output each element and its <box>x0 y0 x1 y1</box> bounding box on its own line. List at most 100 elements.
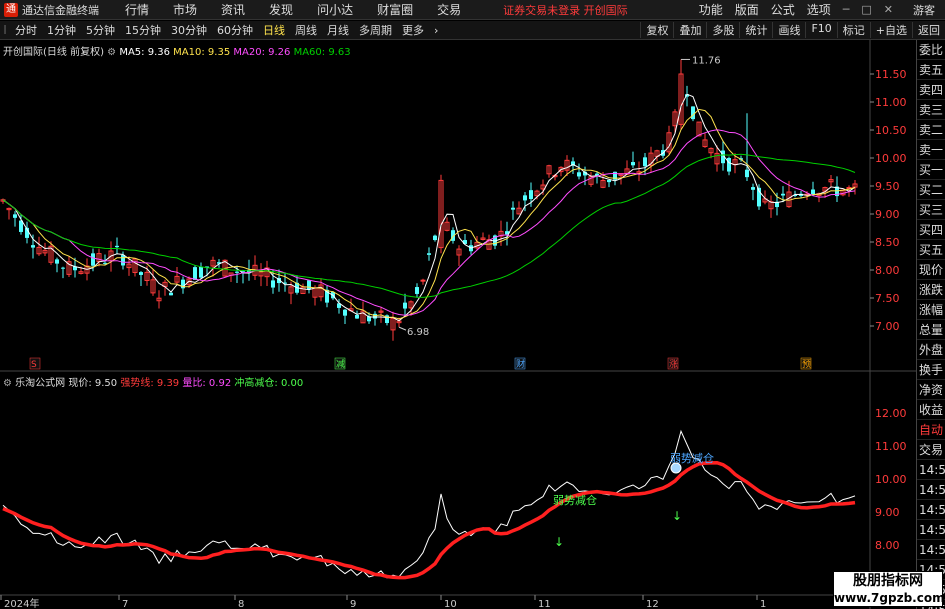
candle-body <box>577 172 581 177</box>
right-menu-item-2[interactable]: 公式 <box>765 1 801 18</box>
quote-panel-item-7: 买二 <box>917 180 945 200</box>
candle-body <box>607 179 611 183</box>
time-axis-label: 10 <box>444 599 457 609</box>
candle-body <box>745 169 749 178</box>
event-marker-label: 预 <box>802 359 811 370</box>
tool-button-6[interactable]: 标记 <box>836 22 870 38</box>
menu-item-6[interactable]: 交易 <box>425 1 473 18</box>
period-tab-7[interactable]: 周线 <box>290 22 322 38</box>
menu-item-5[interactable]: 财富圈 <box>365 1 425 18</box>
kline-chart-svg[interactable]: 11.50 11.00 10.50 10.00 9.50 9.00 8.50 8.00 7.50… <box>0 40 916 609</box>
candle-body <box>415 287 419 294</box>
tool-button-7[interactable]: +自选 <box>869 22 912 38</box>
candle-body <box>271 280 275 288</box>
maximize-icon[interactable]: □ <box>855 3 877 16</box>
high-label: 11.76 <box>692 55 721 66</box>
menu-item-3[interactable]: 发现 <box>257 1 305 18</box>
period-tabs: 分时 1分钟 5分钟 15分钟 30分钟 60分钟 日线 周线 月线 多周期 更多 <box>10 22 429 38</box>
stock-label[interactable]: 开创国际(日线 前复权) <box>3 47 104 58</box>
chart-tools: 复权 叠加 多股 统计 画线 F10 标记 +自选 返回 <box>640 22 945 38</box>
strong-trend-line <box>2 460 856 580</box>
ma20-label: MA20: 9.26 <box>233 47 291 58</box>
candle-body <box>169 292 173 296</box>
indicator-axis-label: 8.00 <box>875 539 900 552</box>
close-icon[interactable]: ✕ <box>878 3 899 16</box>
quote-panel-item-23: 14:56 <box>917 500 945 520</box>
event-marker-label: 财 <box>516 358 525 370</box>
tool-button-1[interactable]: 叠加 <box>673 22 706 38</box>
login-notice[interactable]: 证券交易未登录 开创国际 <box>503 2 628 18</box>
tool-button-5[interactable]: F10 <box>805 22 836 38</box>
ma-legend: 开创国际(日线 前复权) ⚙ MA5: 9.36 MA10: 9.35 MA20… <box>3 43 351 58</box>
minimize-icon[interactable]: ─ <box>837 3 856 16</box>
period-tab-8[interactable]: 月线 <box>322 22 354 38</box>
signal-weak-reduce: 弱势减仓 <box>553 493 597 507</box>
right-menu-item-1[interactable]: 版面 <box>729 1 765 18</box>
app-logo-icon: 通 <box>4 2 18 17</box>
tool-button-3[interactable]: 统计 <box>739 22 772 38</box>
quote-panel-item-20: 交易 <box>917 440 945 460</box>
quote-panel-item-14: 总量 <box>917 320 945 340</box>
menu-item-4[interactable]: 问小达 <box>305 1 365 18</box>
menu-item-1[interactable]: 市场 <box>161 1 209 18</box>
candle-body <box>529 190 533 200</box>
candle-body <box>121 255 125 266</box>
indicator-settings-icon[interactable]: ⚙ <box>3 378 15 389</box>
right-menu-item-3[interactable]: 选项 <box>801 1 837 18</box>
price-axis-label: 9.50 <box>875 180 900 193</box>
time-axis-label: 2024年 <box>4 597 39 609</box>
candle-body <box>427 253 431 255</box>
period-tab-9[interactable]: 多周期 <box>354 22 397 38</box>
price-line <box>2 429 856 579</box>
guest-button[interactable]: 游客 <box>899 2 945 18</box>
period-tab-2[interactable]: 5分钟 <box>81 22 120 38</box>
event-marker-label: 减 <box>336 358 345 370</box>
tool-button-0[interactable]: 复权 <box>640 22 673 38</box>
tool-button-2[interactable]: 多股 <box>706 22 739 38</box>
settings-icon[interactable]: ⚙ <box>107 47 119 58</box>
period-tab-0[interactable]: 分时 <box>10 22 42 38</box>
low-pointer <box>398 326 407 331</box>
candle-body <box>403 302 407 309</box>
price-axis-label: 7.00 <box>875 320 900 333</box>
quote-panel-item-22: 14:56 <box>917 480 945 500</box>
period-tab-3[interactable]: 15分钟 <box>120 22 166 38</box>
menu-item-2[interactable]: 资讯 <box>209 1 257 18</box>
ma10-label: MA10: 9.35 <box>173 47 231 58</box>
candle-body <box>595 173 599 176</box>
quote-panel-item-8: 买三 <box>917 200 945 220</box>
quote-panel-item-9: 买四 <box>917 220 945 240</box>
candle-body <box>643 157 647 167</box>
down-arrow-icon: ↓ <box>672 509 682 523</box>
more-dropdown-icon[interactable]: › <box>429 24 443 37</box>
main-menu: 行情 市场 资讯 发现 问小达 财富圈 交易 <box>113 1 473 18</box>
candle-body <box>511 207 515 210</box>
candle-body <box>55 259 59 264</box>
period-tab-6[interactable]: 日线 <box>258 22 290 38</box>
tool-button-4[interactable]: 画线 <box>772 22 805 38</box>
right-menu: 功能 版面 公式 选项 <box>693 1 837 18</box>
period-tab-4[interactable]: 30分钟 <box>166 22 212 38</box>
price-axis-label: 7.50 <box>875 292 900 305</box>
chart-area[interactable]: 11.50 11.00 10.50 10.00 9.50 9.00 8.50 8.00 7.50… <box>0 40 916 609</box>
title-bar: 通 通达信金融终端 行情 市场 资讯 发现 问小达 财富圈 交易 证券交易未登录 开创国际 … <box>0 0 945 20</box>
price-axis-label: 8.00 <box>875 264 900 277</box>
candle-body <box>420 279 426 282</box>
quote-panel-item-2: 卖四 <box>917 80 945 100</box>
watermark-url: www.7gpzb.com <box>834 591 945 605</box>
candle-body <box>433 235 437 241</box>
right-menu-item-0[interactable]: 功能 <box>693 1 729 18</box>
indicator-name[interactable]: 乐淘公式网 <box>15 378 65 389</box>
period-tab-10[interactable]: 更多 <box>397 22 429 38</box>
quote-panel-item-11: 现价 <box>917 260 945 280</box>
period-tab-5[interactable]: 60分钟 <box>212 22 258 38</box>
event-marker-label: 涨 <box>669 359 678 370</box>
quote-panel-item-18: 收益 <box>917 400 945 420</box>
indicator-axis-label: 9.00 <box>875 506 900 519</box>
period-tab-1[interactable]: 1分钟 <box>42 22 81 38</box>
menu-item-0[interactable]: 行情 <box>113 1 161 18</box>
tool-button-8[interactable]: 返回 <box>912 22 945 38</box>
candle-body <box>31 245 35 248</box>
ma10-line <box>2 108 856 320</box>
current-price-label: 现价: 9.50 <box>68 378 118 389</box>
